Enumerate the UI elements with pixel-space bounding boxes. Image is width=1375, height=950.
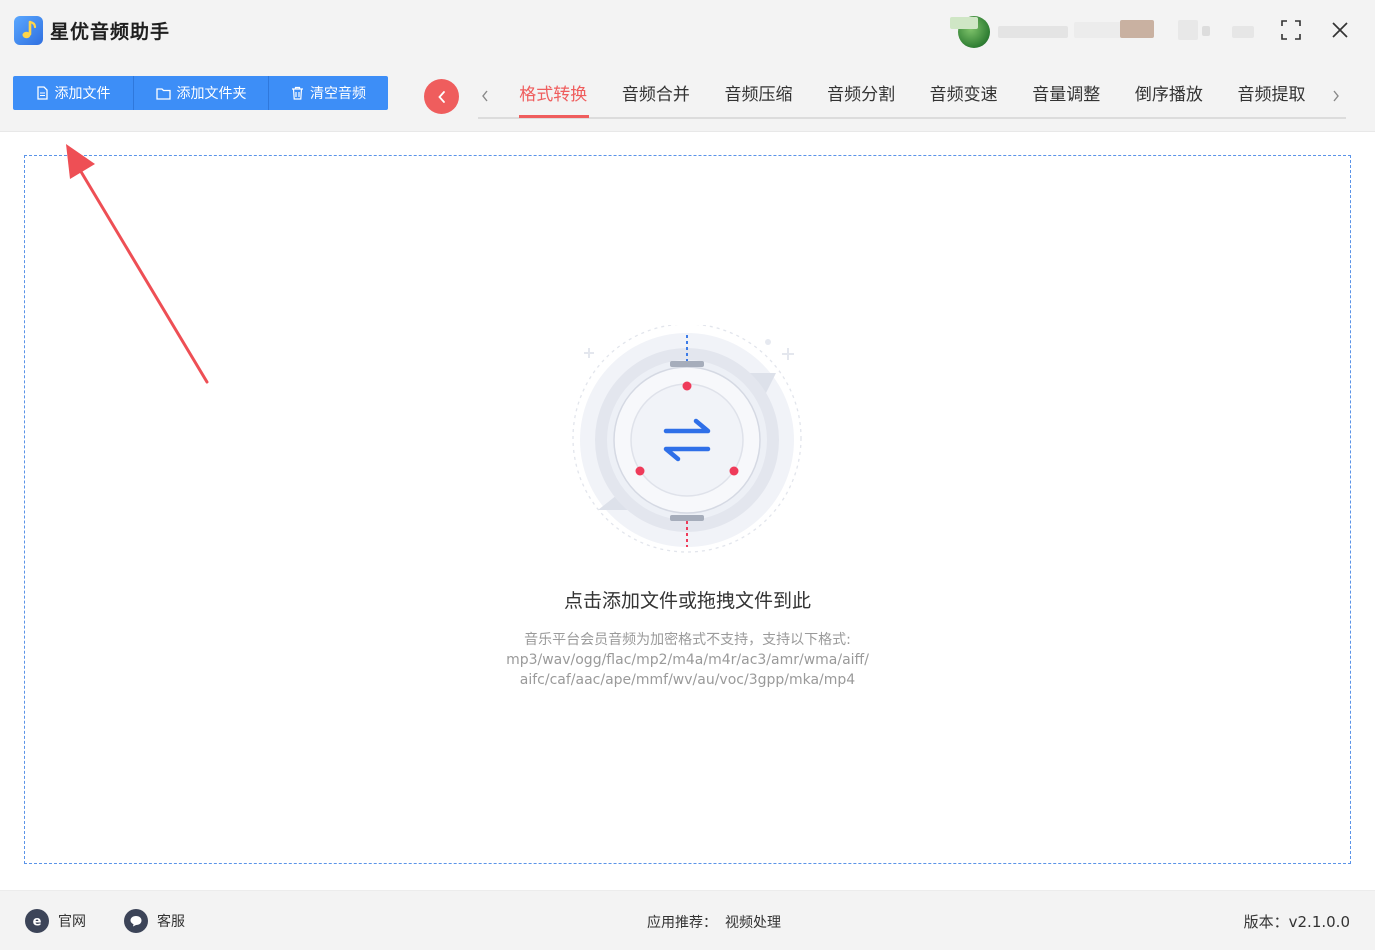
- tab-reverse-play[interactable]: 倒序播放: [1118, 81, 1221, 119]
- maximize-icon: [1281, 20, 1301, 40]
- tab-volume-adjust[interactable]: 音量调整: [1015, 81, 1118, 119]
- blurred-username: [1232, 26, 1254, 38]
- maximize-button[interactable]: [1277, 16, 1305, 44]
- chevron-right-icon: [1333, 90, 1339, 102]
- chevron-left-icon: [482, 90, 488, 102]
- tab-audio-extract[interactable]: 音频提取: [1220, 81, 1323, 119]
- version-label: 版本：v2.1.0.0: [1243, 913, 1350, 931]
- blurred-username: [998, 26, 1068, 38]
- tab-audio-split[interactable]: 音频分割: [810, 81, 913, 119]
- footer: e 官网 客服 应用推荐： 视频处理 版本：v2.1.0.0: [0, 890, 1375, 950]
- supported-formats: mp3/wav/ogg/flac/mp2/m4a/m4r/ac3/amr/wma…: [506, 652, 869, 668]
- annotation-arrow-icon: [66, 144, 209, 384]
- blurred-username: [1074, 22, 1122, 38]
- website-label: 官网: [58, 914, 86, 930]
- trash-icon: [292, 86, 303, 100]
- close-button[interactable]: [1326, 16, 1354, 44]
- drop-zone-title: 点击添加文件或拖拽文件到此: [563, 590, 811, 612]
- tab-audio-merge[interactable]: 音频合并: [605, 81, 708, 119]
- drop-zone-note: 音乐平台会员音频为加密格式不支持，支持以下格式:: [524, 632, 851, 648]
- app-recommend: 应用推荐： 视频处理: [647, 912, 781, 932]
- feature-tabs: 格式转换 音频合并 音频压缩 音频分割 音频变速 音量调整 倒序播放 音频提取: [502, 81, 1323, 119]
- browser-icon: e: [25, 909, 49, 933]
- clear-audio-label: 清空音频: [310, 86, 366, 102]
- support-label: 客服: [157, 914, 185, 930]
- tabs-prev-button[interactable]: [476, 84, 494, 108]
- convert-illustration-icon: [570, 323, 805, 555]
- supported-formats: aifc/caf/aac/ape/mmf/wv/au/voc/3gpp/mka/…: [519, 672, 856, 688]
- chevron-left-icon: [437, 90, 445, 103]
- chat-icon: [124, 909, 148, 933]
- recommend-video-link[interactable]: 视频处理: [725, 915, 781, 931]
- tab-format-convert[interactable]: 格式转换: [502, 81, 605, 119]
- blurred-username: [1202, 26, 1210, 36]
- tab-audio-speed[interactable]: 音频变速: [912, 81, 1015, 119]
- tabs-next-button[interactable]: [1327, 84, 1345, 108]
- svg-text:e: e: [33, 915, 42, 930]
- blurred-username: [1178, 20, 1198, 40]
- website-link[interactable]: e 官网: [25, 908, 86, 934]
- recommend-label: 应用推荐：: [647, 915, 717, 931]
- user-account[interactable]: [950, 14, 1210, 48]
- blurred-username: [950, 17, 978, 29]
- clear-audio-button[interactable]: 清空音频: [268, 76, 388, 110]
- support-link[interactable]: 客服: [124, 908, 185, 934]
- close-icon: [1332, 22, 1348, 38]
- blurred-username: [1120, 20, 1154, 38]
- collapse-button[interactable]: [424, 79, 459, 114]
- tab-audio-compress[interactable]: 音频压缩: [707, 81, 810, 119]
